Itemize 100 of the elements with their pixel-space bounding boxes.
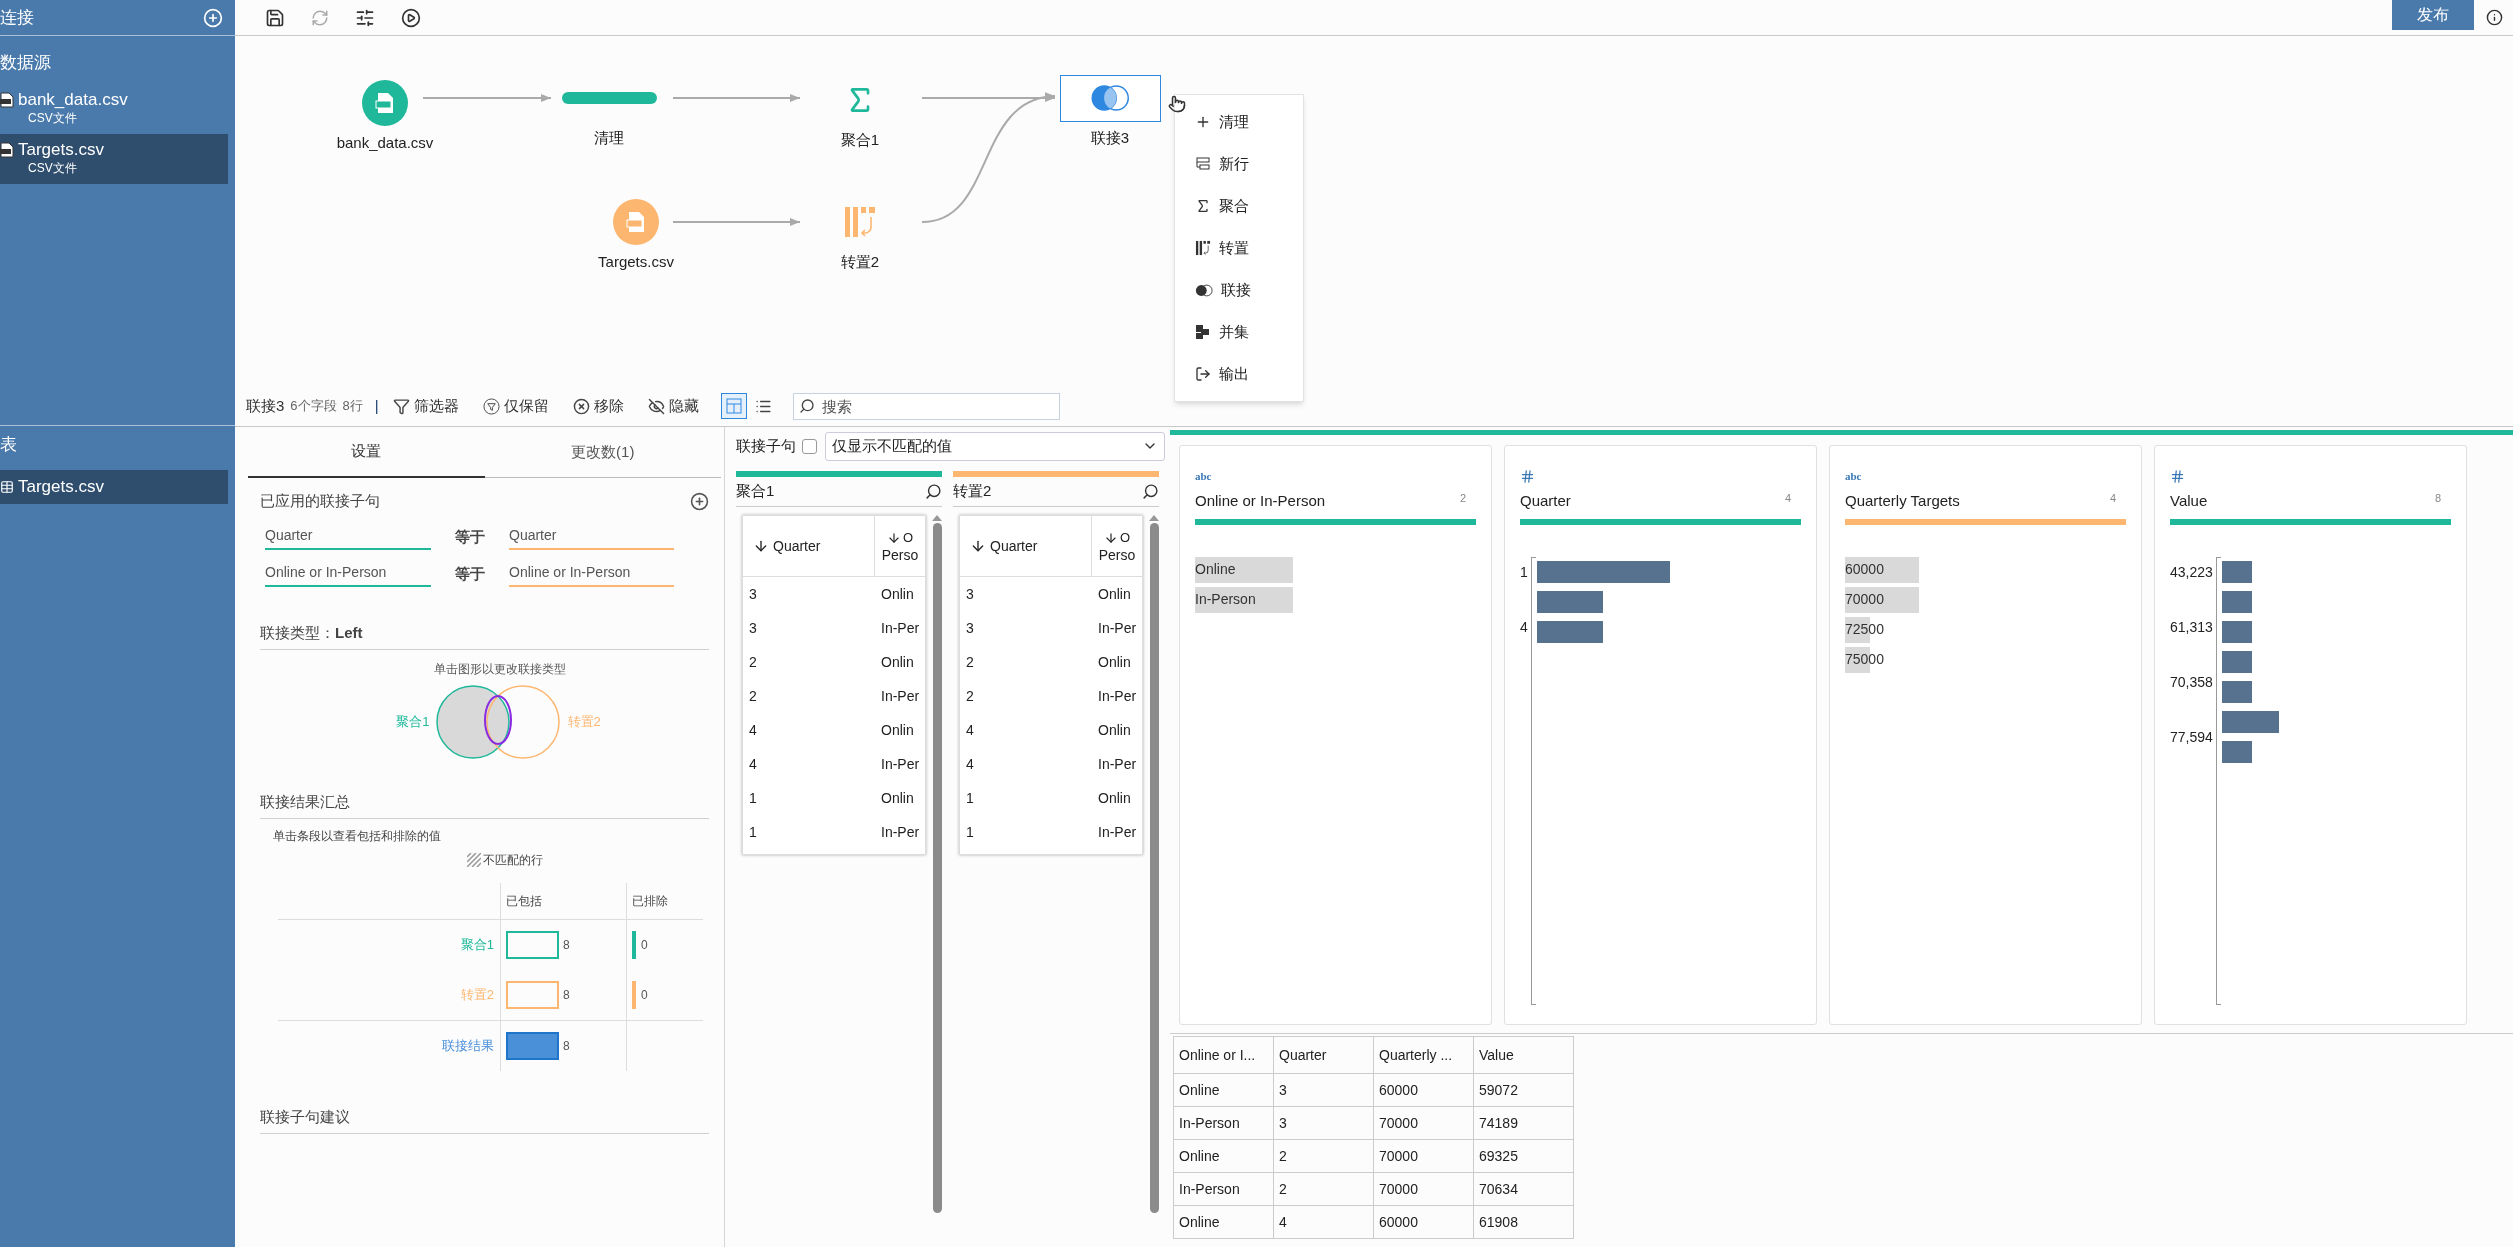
- table-item[interactable]: Targets.csv: [0, 469, 228, 504]
- table-cell-text: In-Per: [880, 686, 920, 706]
- value-label[interactable]: Online: [1195, 559, 1236, 580]
- settings-icon[interactable]: [355, 7, 375, 28]
- table-cell: In-Person: [1173, 1106, 1274, 1140]
- value-bar[interactable]: [1195, 556, 1293, 583]
- menu-item[interactable]: 输出: [1175, 353, 1303, 395]
- value-label[interactable]: 75000: [1845, 649, 1884, 670]
- field-selector[interactable]: Online or In-Person: [509, 561, 674, 587]
- menu-item[interactable]: 转置: [1175, 227, 1303, 269]
- field-selector[interactable]: Quarter: [265, 524, 431, 550]
- row-label: 联接结果: [442, 1036, 494, 1055]
- dropdown[interactable]: 仅显示不匹配的值: [825, 431, 1165, 461]
- table-cell-text: 4: [965, 754, 975, 774]
- column-header[interactable]: Online or I...: [1173, 1036, 1274, 1074]
- table-cell-text: Onlin: [880, 652, 914, 672]
- result-bar[interactable]: [506, 1031, 559, 1060]
- row-label: 转置2: [460, 985, 494, 1004]
- column-header[interactable]: Perso: [881, 546, 919, 564]
- flow-node[interactable]: [1059, 74, 1161, 122]
- histogram-drawing[interactable]: [1536, 560, 1670, 643]
- play-icon[interactable]: [401, 7, 421, 28]
- menu-item[interactable]: 清理: [1175, 101, 1303, 143]
- venn-label: 聚合1: [396, 712, 430, 731]
- count-label: 8: [2434, 491, 2441, 506]
- add-icon[interactable]: [690, 491, 709, 511]
- toolbar-button[interactable]: 仅保留: [476, 392, 555, 420]
- menu-item[interactable]: 联接: [1175, 269, 1303, 311]
- field-selector[interactable]: Online or In-Person: [265, 561, 431, 587]
- tab[interactable]: 设置: [248, 427, 485, 478]
- table-cell-text: 4: [748, 720, 758, 740]
- column-header[interactable]: Quarter: [773, 535, 821, 557]
- menu-item[interactable]: 新行: [1175, 143, 1303, 185]
- close-icon: [572, 397, 590, 415]
- toolbar-button[interactable]: 隐藏: [641, 392, 705, 420]
- operator-label: 等于: [455, 526, 485, 547]
- join-icon: [1089, 83, 1131, 113]
- csv-node-icon[interactable]: [613, 199, 659, 245]
- field-name[interactable]: Online or In-Person: [1195, 490, 1326, 513]
- scrollbar[interactable]: [932, 523, 942, 1213]
- table-cell-text: 2: [965, 686, 975, 706]
- field-name[interactable]: Quarter: [1520, 490, 1571, 513]
- scroll-up-icon[interactable]: [1149, 515, 1159, 521]
- field-name[interactable]: Value: [2170, 490, 2208, 513]
- column-header[interactable]: Quarterly ...: [1373, 1036, 1474, 1074]
- count-label: 4: [1784, 491, 1791, 506]
- menu-item[interactable]: 聚合: [1175, 185, 1303, 227]
- table-cell: 74189: [1473, 1106, 1574, 1140]
- axis-label: 1: [1520, 562, 1528, 582]
- section-title: 已应用的联接子句: [260, 491, 380, 511]
- venn-label: 转置2: [567, 712, 601, 731]
- column-header[interactable]: Quarter: [990, 535, 1038, 557]
- value-bar[interactable]: [1195, 586, 1293, 613]
- field-selector[interactable]: Quarter: [509, 524, 674, 550]
- column-header[interactable]: O: [1119, 529, 1131, 546]
- data-source-item[interactable]: bank_data.csv CSV文件: [0, 83, 228, 134]
- column-header[interactable]: Quarter: [1273, 1036, 1374, 1074]
- search-field[interactable]: 搜索: [792, 392, 1060, 420]
- publish-button[interactable]: 发布: [2392, 0, 2474, 30]
- panel-title: 连接: [0, 6, 34, 29]
- value-bar[interactable]: [1845, 586, 1919, 613]
- hint-text: 单击图形以更改联接类型: [433, 660, 566, 678]
- excluded-bar[interactable]: [632, 930, 636, 959]
- included-bar[interactable]: [506, 930, 559, 959]
- search-icon[interactable]: [1142, 483, 1159, 500]
- menu-item[interactable]: 并集: [1175, 311, 1303, 353]
- column-header[interactable]: Perso: [1098, 546, 1136, 564]
- table-cell-text: 3: [748, 584, 758, 604]
- value-label[interactable]: 72500: [1845, 619, 1884, 640]
- value-label[interactable]: In-Person: [1195, 589, 1256, 610]
- number-type-icon: [1520, 468, 1535, 484]
- type-label: abc: [1845, 468, 1862, 484]
- scrollbar[interactable]: [1149, 523, 1159, 1213]
- csv-node-icon[interactable]: [362, 80, 408, 126]
- value-label[interactable]: 70000: [1845, 589, 1884, 610]
- scroll-up-icon[interactable]: [932, 515, 942, 521]
- count-label: 8: [563, 986, 570, 1004]
- tab[interactable]: 更改数(1): [484, 427, 721, 478]
- field-name[interactable]: Quarterly Targets: [1845, 490, 1960, 513]
- table-cell: 4: [1273, 1205, 1374, 1239]
- csv-file-icon: [0, 141, 14, 158]
- step-name: 联接3: [246, 395, 285, 416]
- checkbox[interactable]: [802, 438, 817, 454]
- search-icon[interactable]: [925, 483, 942, 500]
- toolbar-button[interactable]: 筛选器: [386, 392, 465, 420]
- histogram-drawing[interactable]: [2221, 560, 2279, 763]
- value-label[interactable]: 60000: [1845, 559, 1884, 580]
- table-cell-text: 3: [965, 584, 975, 604]
- count-label: 8: [563, 1037, 570, 1055]
- column-header[interactable]: O: [902, 529, 914, 546]
- info-icon[interactable]: [2486, 9, 2503, 26]
- data-source-item[interactable]: Targets.csv CSV文件: [0, 133, 228, 184]
- venn-diagram[interactable]: [435, 683, 562, 760]
- save-icon[interactable]: [265, 7, 285, 28]
- value-bar[interactable]: [1845, 556, 1919, 583]
- clean-step-bar[interactable]: [561, 92, 657, 104]
- column-header[interactable]: Value: [1473, 1036, 1574, 1074]
- toolbar-button[interactable]: 移除: [566, 392, 630, 420]
- node-label: Targets.csv: [598, 252, 674, 272]
- card-view-button[interactable]: [720, 393, 747, 419]
